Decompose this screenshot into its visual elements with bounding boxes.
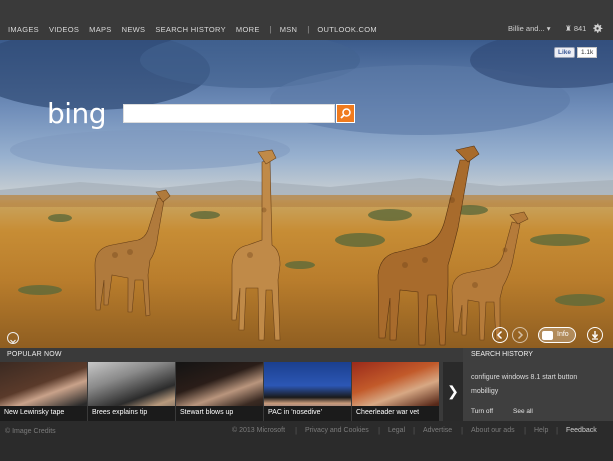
footer-divider: |: [556, 426, 559, 435]
rewards-value: 841: [573, 24, 587, 33]
footer-divider: |: [295, 426, 298, 435]
next-image-button[interactable]: [512, 327, 528, 343]
giraffe-savanna-image: [0, 40, 613, 346]
nav-msn[interactable]: MSN: [280, 25, 298, 34]
nav-videos[interactable]: VIDEOS: [49, 25, 79, 34]
image-credits-link[interactable]: © Image Credits: [5, 428, 56, 435]
popular-tiles: New Lewinsky tape Brees explains tip Ste…: [0, 362, 440, 421]
facebook-like-count: 1.1k: [577, 47, 598, 58]
footer-divider: |: [461, 426, 464, 435]
chevron-down-icon: [10, 339, 16, 344]
hero-background: [0, 40, 613, 348]
popular-next-button[interactable]: ❯: [443, 362, 463, 421]
footer-divider: |: [378, 426, 381, 435]
search-history-title: SEARCH HISTORY: [471, 351, 533, 358]
nav-divider: |: [269, 25, 272, 34]
nav-outlook[interactable]: OUTLOOK.COM: [317, 25, 377, 34]
facebook-like-button[interactable]: Like: [554, 47, 576, 58]
image-info-button[interactable]: Info: [538, 327, 576, 343]
turn-off-history-link[interactable]: Turn off: [471, 408, 493, 415]
nav-maps[interactable]: MAPS: [89, 25, 111, 34]
chevron-left-icon: [496, 330, 503, 340]
top-nav: IMAGES VIDEOS MAPS NEWS SEARCH HISTORY M…: [8, 25, 387, 34]
popular-tile-caption: PAC in 'nosedive': [264, 406, 351, 421]
facebook-like[interactable]: Like 1.1k: [554, 47, 598, 58]
footer-divider: |: [413, 426, 416, 435]
popular-tile[interactable]: Brees explains tip: [88, 362, 175, 421]
gear-icon[interactable]: [591, 22, 604, 35]
nav-search-history[interactable]: SEARCH HISTORY: [155, 25, 226, 34]
nav-divider: |: [307, 25, 310, 34]
previous-image-button[interactable]: [492, 327, 508, 343]
search-input[interactable]: [123, 104, 335, 123]
popular-tile-caption: Brees explains tip: [88, 406, 175, 421]
bing-logo[interactable]: bing: [47, 97, 107, 130]
about-ads-link[interactable]: About our ads: [471, 427, 515, 434]
legal-link[interactable]: Legal: [388, 427, 405, 434]
top-bar: [0, 0, 613, 40]
download-button[interactable]: [587, 327, 603, 343]
search-button[interactable]: [336, 104, 355, 123]
privacy-link[interactable]: Privacy and Cookies: [305, 427, 369, 434]
chevron-right-icon: ❯: [447, 383, 459, 399]
search-history-item[interactable]: mobilligy: [471, 388, 498, 395]
advertise-link[interactable]: Advertise: [423, 427, 452, 434]
popular-now-title: POPULAR NOW: [7, 351, 62, 358]
search-history-item[interactable]: configure windows 8.1 start button: [471, 374, 577, 381]
copyright-text: © 2013 Microsoft: [232, 427, 286, 434]
nav-images[interactable]: IMAGES: [8, 25, 39, 34]
popular-tile-caption: New Lewinsky tape: [0, 406, 87, 421]
search-icon: [340, 108, 351, 119]
info-label: Info: [557, 331, 569, 338]
rewards-counter[interactable]: ♜ 841: [565, 24, 586, 33]
collapse-button[interactable]: [7, 332, 19, 344]
trophy-icon: ♜: [565, 24, 572, 33]
popular-tile[interactable]: New Lewinsky tape: [0, 362, 87, 421]
popular-tile[interactable]: PAC in 'nosedive': [264, 362, 351, 421]
popular-tile-caption: Cheerleader war vet: [352, 406, 439, 421]
feedback-link[interactable]: Feedback: [566, 427, 597, 434]
download-icon: [591, 331, 599, 340]
see-all-history-link[interactable]: See all: [513, 408, 533, 415]
popular-tile[interactable]: Stewart blows up: [176, 362, 263, 421]
popular-tile-caption: Stewart blows up: [176, 406, 263, 421]
nav-more[interactable]: MORE: [236, 25, 260, 34]
chevron-right-icon: [517, 330, 524, 340]
popular-tile[interactable]: Cheerleader war vet: [352, 362, 439, 421]
user-name[interactable]: Billie and... ▾: [508, 24, 551, 33]
camera-icon: [542, 331, 553, 340]
footer-divider: |: [524, 426, 527, 435]
help-link[interactable]: Help: [534, 427, 548, 434]
nav-news[interactable]: NEWS: [122, 25, 146, 34]
